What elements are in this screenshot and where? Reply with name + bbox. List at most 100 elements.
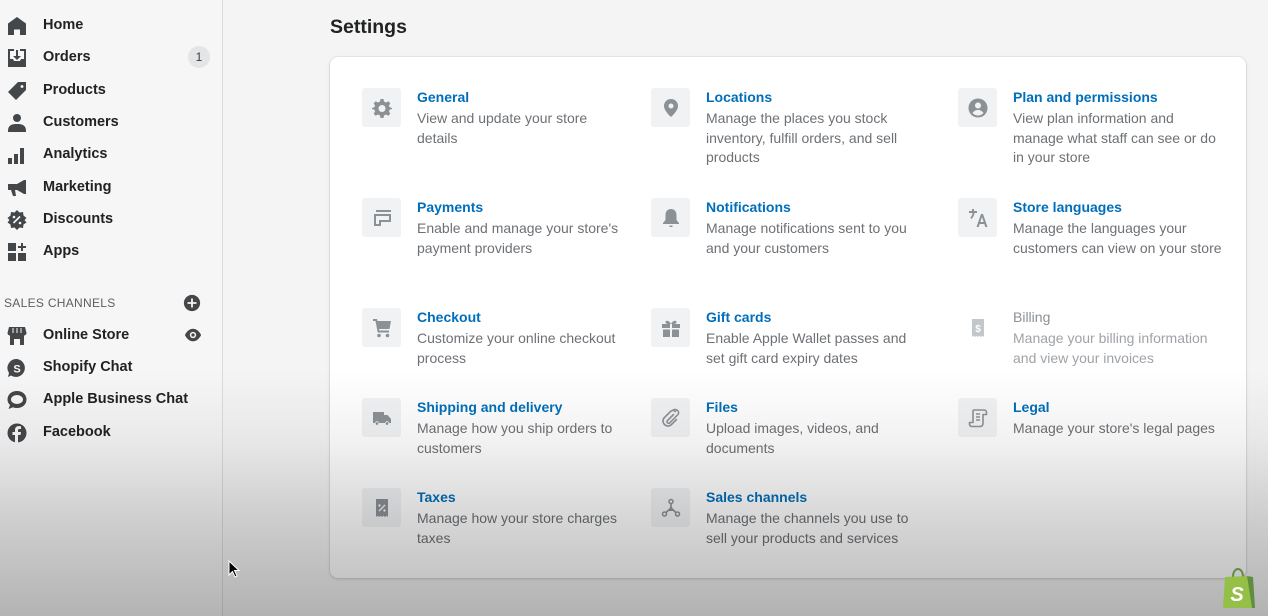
setting-shipping-and-delivery[interactable]: Shipping and delivery Manage how you shi… (362, 398, 652, 488)
setting-title[interactable]: Sales channels (706, 489, 807, 505)
setting-description: View and update your store details (417, 110, 588, 146)
setting-description: Manage how your store charges taxes (417, 510, 617, 546)
setting-description: Manage notifications sent to you and you… (706, 220, 907, 256)
setting-description: Manage your store's legal pages (1013, 420, 1215, 436)
settings-card: General View and update your store detai… (330, 57, 1246, 578)
sidebar-item-analytics[interactable]: Analytics (0, 138, 222, 170)
setting-title[interactable]: Payments (417, 199, 483, 215)
truck-icon (362, 398, 401, 437)
sidebar-item-orders[interactable]: Orders 1 (0, 41, 222, 73)
sidebar-item-facebook[interactable]: Facebook (0, 416, 222, 448)
sidebar-item-shopify-chat[interactable]: S Shopify Chat (0, 351, 222, 383)
sidebar-item-label: Analytics (43, 146, 108, 162)
setting-notifications[interactable]: Notifications Manage notifications sent … (651, 198, 941, 288)
home-icon (7, 16, 27, 36)
sidebar-item-label: Orders (43, 49, 91, 65)
svg-text:S: S (13, 364, 20, 376)
user-circle-icon (958, 88, 997, 127)
setting-description: Manage your billing information and view… (1013, 330, 1208, 366)
megaphone-icon (7, 178, 27, 198)
tax-receipt-icon (362, 488, 401, 527)
setting-title[interactable]: Shipping and delivery (417, 399, 562, 415)
gift-icon (651, 308, 690, 347)
sales-channels-icon (651, 488, 690, 527)
setting-title: Billing (1013, 309, 1051, 325)
setting-sales-channels[interactable]: Sales channels Manage the channels you u… (651, 488, 941, 578)
sidebar-item-label: Apple Business Chat (43, 391, 189, 407)
setting-description: Manage how you ship orders to customers (417, 420, 613, 456)
sidebar-item-label: Apps (43, 243, 80, 259)
discount-icon (7, 210, 27, 230)
sidebar-item-label: Online Store (43, 327, 130, 343)
sidebar-item-online-store[interactable]: Online Store (0, 319, 222, 351)
svg-text:$: $ (975, 324, 981, 335)
tag-icon (7, 81, 27, 101)
sidebar-item-label: Shopify Chat (43, 359, 133, 375)
person-icon (7, 113, 27, 133)
setting-title[interactable]: Legal (1013, 399, 1050, 415)
eye-icon[interactable] (184, 327, 202, 343)
setting-title[interactable]: Checkout (417, 309, 481, 325)
shopify-chat-icon: S (7, 358, 27, 378)
sidebar-item-customers[interactable]: Customers (0, 106, 222, 138)
translate-icon (958, 198, 997, 237)
setting-title[interactable]: Notifications (706, 199, 791, 215)
setting-description: Customize your online checkout process (417, 330, 616, 366)
facebook-icon (7, 423, 27, 443)
setting-title[interactable]: General (417, 89, 469, 105)
shopify-logo-icon: S (1220, 567, 1256, 610)
setting-title[interactable]: Gift cards (706, 309, 771, 325)
orders-icon (7, 48, 27, 68)
setting-description: Manage the channels you use to sell your… (706, 510, 909, 546)
setting-description: Upload images, videos, and documents (706, 420, 879, 456)
setting-title[interactable]: Store languages (1013, 199, 1122, 215)
setting-general[interactable]: General View and update your store detai… (362, 88, 652, 178)
sidebar-item-label: Discounts (43, 211, 114, 227)
svg-text:S: S (1230, 584, 1244, 606)
setting-title[interactable]: Taxes (417, 489, 456, 505)
legal-scroll-icon (958, 398, 997, 437)
setting-title[interactable]: Plan and permissions (1013, 89, 1158, 105)
cart-icon (362, 308, 401, 347)
setting-store-languages[interactable]: Store languages Manage the languages you… (958, 198, 1248, 288)
paperclip-icon (651, 398, 690, 437)
bar-chart-icon (7, 145, 27, 165)
plus-circle-icon[interactable] (183, 294, 201, 312)
setting-locations[interactable]: Locations Manage the places you stock in… (651, 88, 941, 178)
sales-channels-heading: SALES CHANNELS (4, 296, 116, 310)
gear-icon (362, 88, 401, 127)
setting-title[interactable]: Locations (706, 89, 772, 105)
setting-taxes[interactable]: Taxes Manage how your store charges taxe… (362, 488, 652, 578)
setting-title[interactable]: Files (706, 399, 738, 415)
setting-legal[interactable]: Legal Manage your store's legal pages (958, 398, 1248, 488)
sidebar-item-discounts[interactable]: Discounts (0, 203, 222, 235)
sidebar-item-products[interactable]: Products (0, 74, 222, 106)
setting-checkout[interactable]: Checkout Customize your online checkout … (362, 308, 652, 398)
sidebar-item-marketing[interactable]: Marketing (0, 171, 222, 203)
sidebar-item-apple-business-chat[interactable]: Apple Business Chat (0, 383, 222, 415)
orders-count-badge: 1 (188, 46, 210, 68)
setting-gift-cards[interactable]: Gift cards Enable Apple Wallet passes an… (651, 308, 941, 398)
sidebar-item-apps[interactable]: Apps (0, 235, 222, 267)
sidebar-item-label: Products (43, 82, 106, 98)
sidebar: Home Orders 1 Products Customers Analyti… (0, 0, 223, 616)
sidebar-item-label: Marketing (43, 179, 112, 195)
credit-card-icon (362, 198, 401, 237)
apps-icon (7, 242, 27, 262)
sidebar-item-home[interactable]: Home (0, 9, 222, 41)
setting-description: Enable and manage your store's payment p… (417, 220, 619, 256)
setting-plan-and-permissions[interactable]: Plan and permissions View plan informati… (958, 88, 1248, 178)
bell-icon (651, 198, 690, 237)
setting-description: Manage the places you stock inventory, f… (706, 110, 898, 166)
setting-description: View plan information and manage what st… (1013, 110, 1216, 166)
page-title: Settings (330, 16, 407, 38)
setting-billing: $ Billing Manage your billing informatio… (958, 308, 1248, 398)
setting-description: Enable Apple Wallet passes and set gift … (706, 330, 907, 366)
sidebar-item-label: Facebook (43, 424, 111, 440)
store-icon (7, 326, 27, 346)
location-pin-icon (651, 88, 690, 127)
setting-description: Manage the languages your customers can … (1013, 220, 1222, 256)
setting-payments[interactable]: Payments Enable and manage your store's … (362, 198, 652, 288)
chat-bubble-icon (7, 390, 27, 410)
setting-files[interactable]: Files Upload images, videos, and documen… (651, 398, 941, 488)
